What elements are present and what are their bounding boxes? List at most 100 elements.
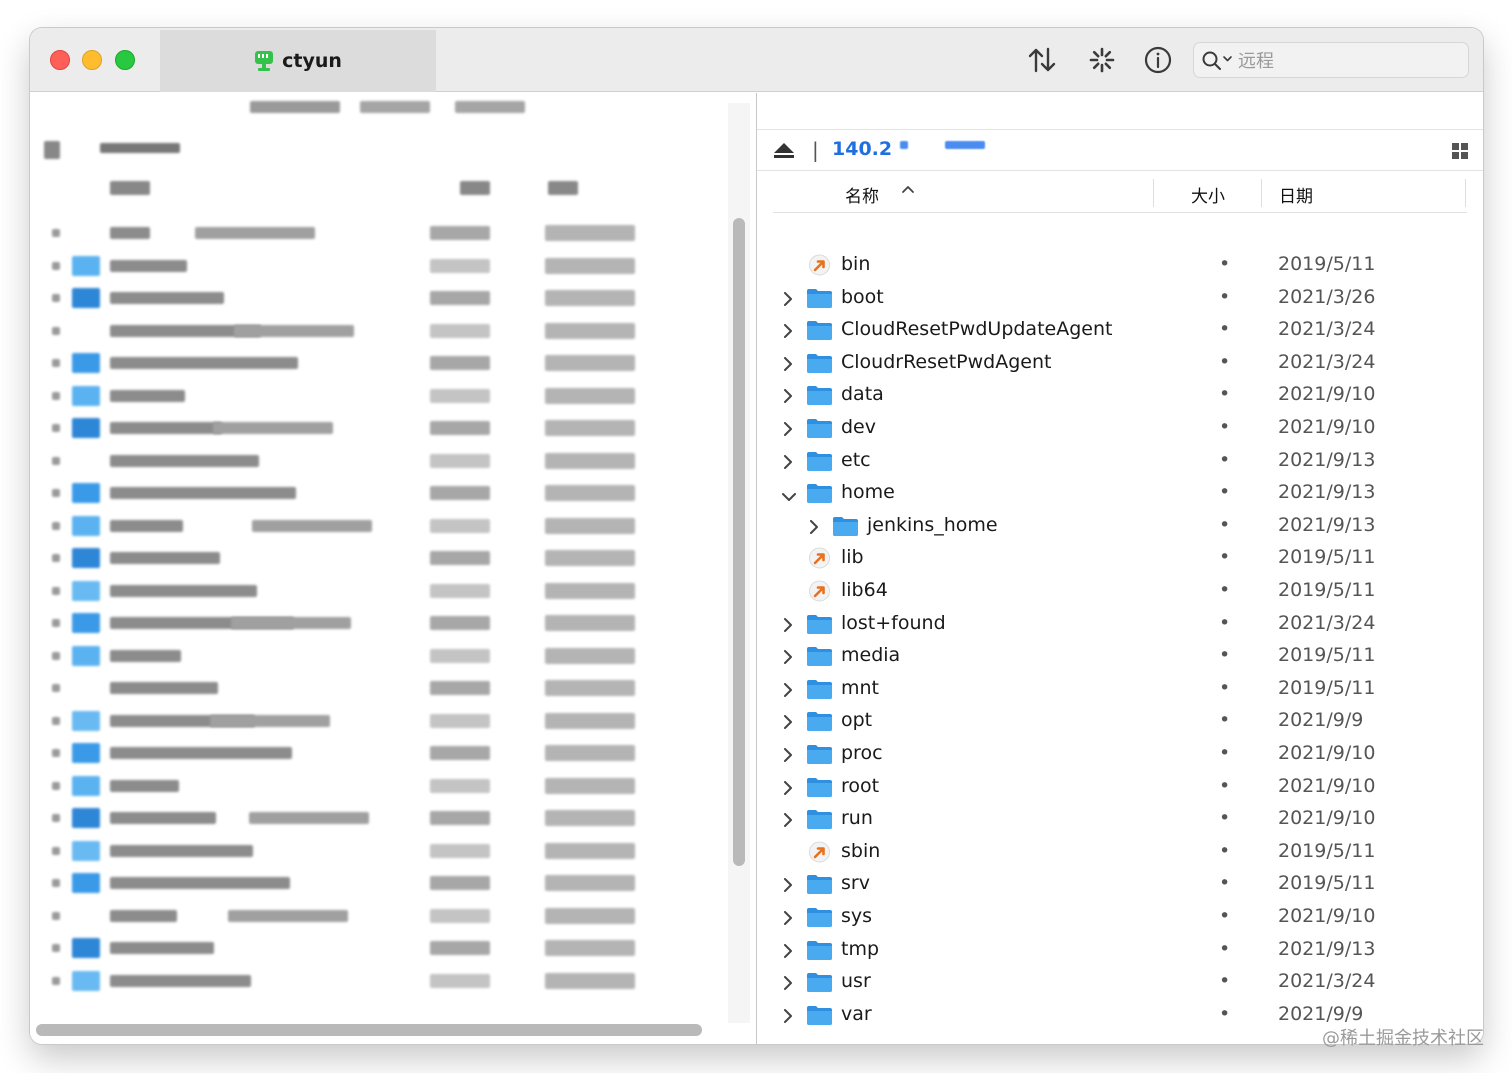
file-date: 2019/5/11: [1278, 546, 1376, 569]
redacted-bullet: [52, 781, 60, 790]
close-window-button[interactable]: [50, 50, 70, 70]
chevron-right-icon[interactable]: [782, 780, 794, 795]
file-row[interactable]: dev • 2021/9/10: [757, 412, 1483, 445]
redacted-folder: [72, 808, 100, 828]
chevron-right-icon[interactable]: [782, 291, 794, 306]
chevron-right-icon[interactable]: [782, 356, 794, 371]
file-row[interactable]: root • 2021/9/10: [757, 771, 1483, 804]
chevron-right-icon[interactable]: [782, 943, 794, 958]
redacted-bullet: [52, 911, 60, 920]
file-name: etc: [841, 448, 871, 471]
chevron-right-icon[interactable]: [782, 714, 794, 730]
file-row[interactable]: lib • 2019/5/11: [757, 542, 1483, 575]
file-row[interactable]: usr • 2021/3/24: [757, 966, 1483, 999]
chevron-right-icon[interactable]: [782, 975, 794, 991]
search-field[interactable]: 远程: [1193, 42, 1469, 78]
chevron-right-icon[interactable]: [782, 421, 794, 436]
chevron-right-icon[interactable]: [782, 812, 794, 828]
redacted-bullet: [52, 489, 60, 497]
file-row[interactable]: CloudResetPwdUpdateAgent • 2021/3/24: [757, 314, 1483, 347]
file-date: 2019/5/11: [1278, 839, 1376, 862]
file-row[interactable]: home • 2021/9/13: [757, 477, 1483, 510]
file-row[interactable]: run • 2021/9/10: [757, 803, 1483, 836]
sort-button[interactable]: [1025, 42, 1059, 78]
chevron-right-icon[interactable]: [782, 454, 794, 469]
file-row[interactable]: lost+found • 2021/3/24: [757, 608, 1483, 641]
symlink-icon: [806, 254, 833, 276]
redacted-bullet: [52, 294, 60, 302]
redacted-name: [210, 714, 330, 727]
file-row[interactable]: data • 2021/9/10: [757, 379, 1483, 412]
file-row[interactable]: jenkins_home • 2021/9/13: [757, 510, 1483, 543]
file-row[interactable]: opt • 2021/9/9: [757, 705, 1483, 738]
chevron-right-icon[interactable]: [808, 519, 820, 534]
file-row[interactable]: tmp • 2021/9/13: [757, 934, 1483, 967]
file-row[interactable]: srv • 2019/5/11: [757, 868, 1483, 901]
file-row[interactable]: etc • 2021/9/13: [757, 445, 1483, 478]
column-date[interactable]: 日期: [1279, 182, 1313, 207]
chevron-right-icon[interactable]: [782, 682, 794, 697]
column-divider[interactable]: [1153, 179, 1154, 207]
column-name[interactable]: 名称: [845, 182, 879, 207]
redacted-date: [545, 290, 635, 306]
grid-view-icon[interactable]: [1452, 143, 1468, 159]
file-name: proc: [841, 742, 883, 764]
file-row[interactable]: media • 2019/5/11: [757, 640, 1483, 673]
file-row[interactable]: CloudrResetPwdAgent • 2021/3/24: [757, 347, 1483, 380]
file-name: CloudrResetPwdAgent: [841, 350, 1052, 373]
chevron-right-icon[interactable]: [782, 747, 794, 762]
folder-icon: [806, 482, 833, 504]
horizontal-scrollbar[interactable]: [36, 1024, 702, 1036]
folder-icon: [806, 710, 833, 732]
file-name: usr: [841, 970, 871, 993]
file-row[interactable]: sbin • 2019/5/11: [757, 836, 1483, 869]
redacted-date: [545, 550, 635, 566]
chevron-right-icon[interactable]: [782, 617, 794, 632]
redacted-size: [430, 778, 490, 793]
info-button[interactable]: [1141, 42, 1175, 78]
eject-icon[interactable]: [773, 142, 795, 160]
redacted-size: [430, 323, 490, 338]
file-name: lib: [841, 546, 864, 569]
file-size: •: [1219, 742, 1231, 764]
redacted-size: [430, 453, 490, 468]
column-divider[interactable]: [1261, 179, 1262, 207]
column-divider[interactable]: [1465, 179, 1466, 207]
redacted-size: [430, 551, 490, 565]
redacted-bullet: [52, 944, 60, 952]
server-icon: [255, 51, 274, 71]
chevron-right-icon[interactable]: [782, 877, 794, 893]
file-name: home: [841, 481, 895, 504]
redacted-header: [100, 143, 180, 153]
folder-icon: [806, 384, 833, 406]
redacted-date: [545, 615, 635, 631]
chevron-down-icon[interactable]: [782, 488, 796, 502]
chevron-right-icon[interactable]: [782, 649, 794, 665]
chevron-right-icon[interactable]: [782, 910, 794, 925]
file-size: •: [1219, 350, 1231, 373]
redacted-date: [545, 225, 635, 241]
minimize-window-button[interactable]: [82, 50, 102, 70]
activity-button[interactable]: [1085, 42, 1119, 78]
chevron-right-icon[interactable]: [782, 388, 794, 404]
column-size[interactable]: 大小: [1191, 182, 1225, 207]
file-row[interactable]: sys • 2021/9/10: [757, 901, 1483, 934]
chevron-right-icon[interactable]: [782, 323, 794, 339]
redacted-name: [110, 259, 187, 272]
chevron-right-icon[interactable]: [782, 1008, 794, 1023]
maximize-window-button[interactable]: [115, 50, 135, 70]
redacted-size: [430, 226, 490, 240]
file-row[interactable]: boot • 2021/3/26: [757, 282, 1483, 315]
local-file-pane[interactable]: [30, 93, 756, 1044]
file-date: 2019/5/11: [1278, 253, 1376, 275]
redacted-name: [234, 324, 354, 337]
file-row[interactable]: proc • 2021/9/10: [757, 738, 1483, 771]
vertical-scrollbar[interactable]: [733, 218, 745, 866]
file-row[interactable]: bin • 2019/5/11: [757, 249, 1483, 282]
path-separator: |: [812, 138, 819, 162]
redacted-name: [252, 519, 372, 532]
file-size: •: [1219, 285, 1231, 308]
tab-ctyun[interactable]: ctyun: [160, 30, 436, 92]
file-row[interactable]: mnt • 2019/5/11: [757, 673, 1483, 706]
file-row[interactable]: lib64 • 2019/5/11: [757, 575, 1483, 608]
